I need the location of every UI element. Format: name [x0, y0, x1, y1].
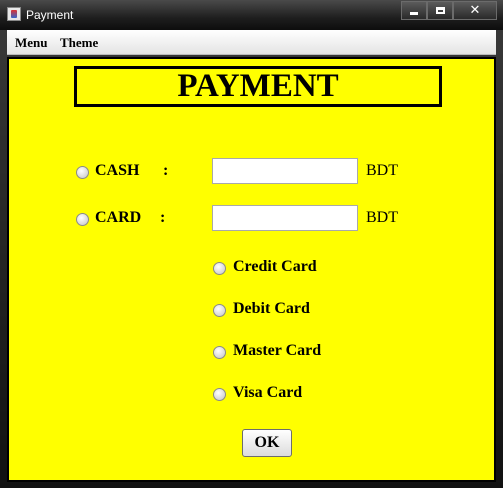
close-button[interactable]: ✕ — [453, 1, 497, 20]
window-controls: ✕ — [401, 1, 497, 20]
master-card-label: Master Card — [233, 342, 322, 359]
card-label: CARD — [95, 209, 142, 226]
visa-card-label: Visa Card — [233, 384, 303, 401]
card-radio[interactable] — [76, 213, 89, 226]
menu-theme[interactable]: Theme — [60, 35, 98, 51]
payment-window: Payment ✕ Menu Theme PAYMENT CASH : BDT … — [0, 0, 503, 488]
credit-card-label: Credit Card — [233, 258, 317, 275]
master-card-radio[interactable] — [213, 346, 226, 359]
menu-menu[interactable]: Menu — [15, 35, 48, 51]
debit-card-label: Debit Card — [233, 300, 310, 317]
credit-card-radio[interactable] — [213, 262, 226, 275]
title-bar[interactable]: Payment ✕ — [0, 0, 503, 30]
cash-label: CASH — [95, 162, 140, 179]
cash-radio[interactable] — [76, 166, 89, 179]
visa-card-radio[interactable] — [213, 388, 226, 401]
cash-colon: : — [163, 162, 169, 179]
card-amount-field[interactable] — [212, 205, 358, 231]
cash-amount-field[interactable] — [212, 158, 358, 184]
page-title: PAYMENT — [74, 66, 442, 107]
window-title: Payment — [26, 8, 74, 22]
java-app-icon — [7, 7, 21, 21]
debit-card-radio[interactable] — [213, 304, 226, 317]
maximize-button[interactable] — [427, 1, 453, 20]
menu-bar: Menu Theme — [7, 30, 496, 55]
cash-unit: BDT — [366, 162, 398, 179]
ok-button[interactable]: OK — [242, 429, 292, 457]
minimize-button[interactable] — [401, 1, 427, 20]
card-colon: : — [160, 209, 166, 226]
card-unit: BDT — [366, 209, 398, 226]
payment-panel: PAYMENT CASH : BDT CARD : BDT Credit Car… — [7, 57, 496, 482]
